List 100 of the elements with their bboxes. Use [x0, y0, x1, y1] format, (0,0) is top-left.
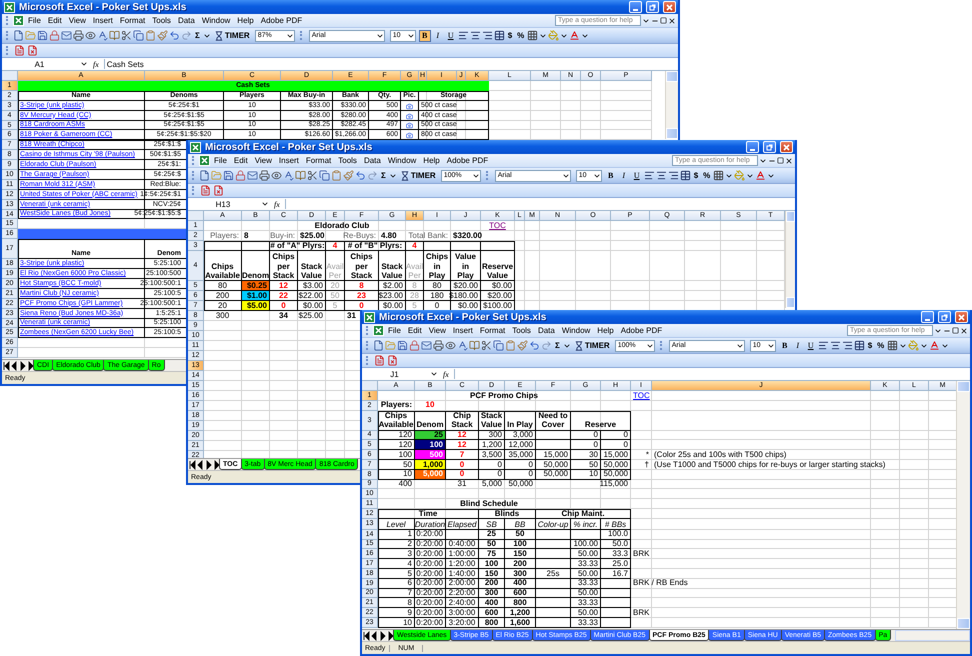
- mail-icon[interactable]: [247, 170, 258, 181]
- cell-link[interactable]: TOC: [489, 220, 506, 230]
- font-color-icon[interactable]: [755, 170, 766, 181]
- lock-icon[interactable]: [49, 30, 60, 41]
- insert-function-button[interactable]: fx: [441, 370, 451, 378]
- copy-icon[interactable]: [493, 340, 504, 351]
- mail-icon[interactable]: [61, 30, 72, 41]
- document-icon[interactable]: [14, 45, 25, 56]
- cut-icon[interactable]: [121, 30, 132, 41]
- vertical-scrollbar[interactable]: [956, 381, 970, 629]
- menu-item[interactable]: Format: [476, 326, 508, 335]
- cell-link[interactable]: TOC: [633, 390, 650, 400]
- caret-icon[interactable]: [430, 370, 438, 378]
- align-center-icon[interactable]: [470, 30, 481, 41]
- restore-button[interactable]: [763, 141, 776, 153]
- restore-icon[interactable]: [777, 157, 784, 164]
- close-icon[interactable]: [785, 156, 793, 164]
- number-format-button[interactable]: %: [875, 340, 886, 352]
- bold-button[interactable]: B: [778, 340, 791, 352]
- number-format-button[interactable]: %: [515, 30, 526, 42]
- document-icon[interactable]: [200, 185, 211, 196]
- redo-icon[interactable]: [181, 30, 192, 41]
- align-left-icon[interactable]: [458, 30, 469, 41]
- insert-function-button[interactable]: fx: [272, 200, 282, 208]
- menu-item[interactable]: Help: [234, 16, 257, 25]
- vertical-scrollbar[interactable]: [785, 211, 795, 308]
- cut-icon[interactable]: [307, 170, 318, 181]
- menu-item[interactable]: Data: [174, 16, 198, 25]
- align-left-icon[interactable]: [818, 340, 829, 351]
- caret-icon[interactable]: [562, 172, 570, 180]
- new-file-icon[interactable]: [13, 30, 24, 41]
- paste-icon[interactable]: [505, 340, 516, 351]
- autosum-button[interactable]: Σ: [553, 340, 562, 352]
- undo-icon[interactable]: [355, 170, 366, 181]
- menu-item[interactable]: Insert: [276, 156, 302, 165]
- book-icon[interactable]: [295, 170, 306, 181]
- insert-function-button[interactable]: fx: [91, 60, 101, 68]
- menu-item[interactable]: Edit: [44, 16, 65, 25]
- menu-item[interactable]: Data: [360, 156, 384, 165]
- document-x-icon[interactable]: [213, 185, 224, 196]
- caret-icon[interactable]: [560, 32, 568, 40]
- next-sheet-button[interactable]: [378, 630, 386, 641]
- menu-item[interactable]: File: [25, 16, 44, 25]
- number-format-button[interactable]: $: [506, 30, 514, 42]
- preview-icon[interactable]: [85, 30, 96, 41]
- preview-icon[interactable]: [271, 170, 282, 181]
- horizontal-scrollbar[interactable]: [895, 630, 970, 641]
- redo-icon[interactable]: [541, 340, 552, 351]
- menu-item[interactable]: Data: [534, 326, 558, 335]
- number-format-button[interactable]: %: [701, 170, 712, 182]
- caret-icon[interactable]: [286, 32, 294, 40]
- underline-button[interactable]: U: [444, 30, 457, 42]
- menu-item[interactable]: Format: [116, 16, 148, 25]
- brush-icon[interactable]: [343, 170, 354, 181]
- caret-icon[interactable]: [646, 342, 654, 350]
- spelling-icon[interactable]: [283, 170, 294, 181]
- timer-button[interactable]: TIMER: [572, 340, 612, 352]
- preview-icon[interactable]: [445, 340, 456, 351]
- italic-button[interactable]: I: [618, 170, 630, 182]
- first-sheet-button[interactable]: [188, 459, 196, 470]
- menu-item[interactable]: Edit: [230, 156, 251, 165]
- align-center-icon[interactable]: [656, 170, 667, 181]
- font-color-icon[interactable]: [929, 340, 940, 351]
- caret-icon[interactable]: [736, 342, 744, 350]
- menu-item[interactable]: File: [211, 156, 230, 165]
- undo-icon[interactable]: [169, 30, 180, 41]
- menu-item[interactable]: File: [385, 326, 404, 335]
- fill-color-icon[interactable]: [908, 340, 920, 351]
- caret-icon[interactable]: [592, 172, 601, 180]
- brush-icon[interactable]: [517, 340, 528, 351]
- lock-icon[interactable]: [409, 340, 420, 351]
- caret-icon[interactable]: [725, 172, 734, 180]
- menu-item[interactable]: Insert: [90, 16, 116, 25]
- previous-sheet-button[interactable]: [370, 630, 378, 641]
- restore-button[interactable]: [938, 311, 951, 323]
- bold-button[interactable]: B: [604, 170, 617, 182]
- save-icon[interactable]: [223, 170, 234, 181]
- merge-cells-icon[interactable]: [854, 340, 865, 351]
- vertical-scrollbar[interactable]: [665, 71, 678, 139]
- autosum-button[interactable]: Σ: [193, 30, 202, 42]
- minimize-button[interactable]: [921, 311, 934, 323]
- camera-icon[interactable]: [406, 102, 413, 110]
- menu-item[interactable]: Help: [420, 156, 443, 165]
- number-format-button[interactable]: $: [692, 170, 700, 182]
- underline-button[interactable]: U: [804, 340, 817, 352]
- menu-item[interactable]: Window: [198, 16, 234, 25]
- save-icon[interactable]: [37, 30, 48, 41]
- caret-icon[interactable]: [562, 342, 571, 350]
- paste-icon[interactable]: [145, 30, 156, 41]
- copy-icon[interactable]: [133, 30, 144, 41]
- caret-icon[interactable]: [472, 172, 480, 180]
- save-icon[interactable]: [397, 340, 408, 351]
- caret-icon[interactable]: [406, 32, 415, 40]
- timer-button[interactable]: TIMER: [212, 30, 252, 42]
- minimize-button[interactable]: [629, 1, 642, 13]
- book-icon[interactable]: [469, 340, 480, 351]
- menu-item[interactable]: Adobe PDF: [258, 16, 306, 25]
- merge-cells-icon[interactable]: [494, 30, 505, 41]
- align-left-icon[interactable]: [644, 170, 655, 181]
- lock-icon[interactable]: [235, 170, 246, 181]
